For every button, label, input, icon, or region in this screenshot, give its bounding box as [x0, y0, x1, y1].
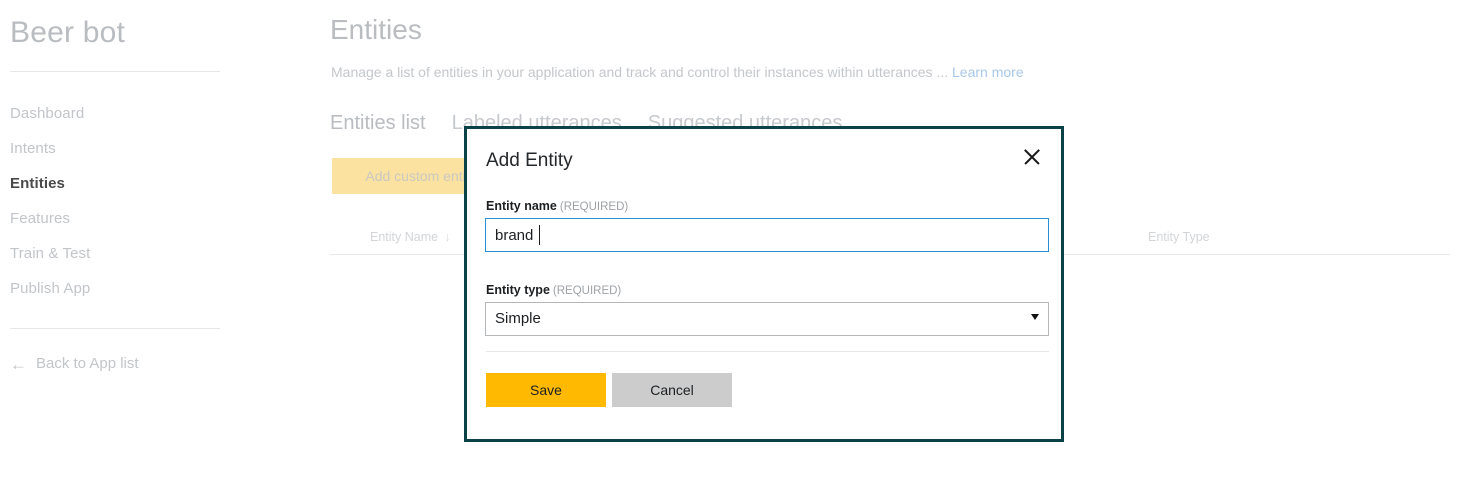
sidebar-divider-top: [10, 71, 220, 72]
back-to-app-list-label: Back to App list: [36, 353, 139, 375]
learn-more-link[interactable]: Learn more: [952, 64, 1024, 80]
text-caret: [539, 225, 540, 245]
entity-name-input-wrap: [485, 218, 1049, 252]
entity-name-label: Entity name(REQUIRED): [486, 197, 628, 216]
arrow-left-icon: ←: [10, 356, 27, 373]
dialog-divider: [486, 351, 1049, 352]
app-title: Beer bot: [10, 12, 125, 54]
sidebar-item-features[interactable]: Features: [10, 201, 240, 236]
entity-type-required-tag: (REQUIRED): [553, 285, 621, 297]
page-title: Entities: [330, 10, 422, 50]
column-header-entity-name[interactable]: Entity Name ↓: [370, 222, 450, 252]
arrow-down-icon: ↓: [444, 230, 450, 244]
entity-type-select[interactable]: Simple: [485, 302, 1049, 336]
chevron-down-icon: [1031, 314, 1039, 320]
sidebar-nav: Dashboard Intents Entities Features Trai…: [10, 96, 240, 306]
cancel-button[interactable]: Cancel: [612, 373, 732, 407]
sidebar-divider-bottom: [10, 328, 220, 329]
entity-name-required-tag: (REQUIRED): [560, 201, 628, 213]
sidebar-item-entities[interactable]: Entities: [10, 166, 240, 201]
sidebar: Beer bot Dashboard Intents Entities Feat…: [0, 0, 300, 501]
entity-name-input[interactable]: [485, 218, 1049, 252]
back-to-app-list-link[interactable]: ← Back to App list: [10, 353, 139, 375]
column-header-entity-name-label: Entity Name: [370, 230, 438, 244]
column-header-entity-type[interactable]: Entity Type: [1148, 222, 1210, 252]
entity-name-label-text: Entity name: [486, 199, 557, 213]
add-entity-dialog: Add Entity Entity name(REQUIRED) Entity …: [464, 126, 1064, 442]
page-description-text: Manage a list of entities in your applic…: [331, 64, 948, 80]
dialog-title: Add Entity: [486, 148, 573, 174]
entity-type-selected-value: Simple: [495, 303, 541, 335]
sidebar-item-dashboard[interactable]: Dashboard: [10, 96, 240, 131]
sidebar-item-intents[interactable]: Intents: [10, 131, 240, 166]
close-icon[interactable]: [1019, 144, 1045, 170]
page-description: Manage a list of entities in your applic…: [331, 62, 1024, 82]
entity-type-label-text: Entity type: [486, 283, 550, 297]
tab-entities-list[interactable]: Entities list: [330, 108, 426, 138]
app-root: Beer bot Dashboard Intents Entities Feat…: [0, 0, 1470, 501]
save-button[interactable]: Save: [486, 373, 606, 407]
entity-type-label: Entity type(REQUIRED): [486, 281, 621, 300]
sidebar-item-publish-app[interactable]: Publish App: [10, 271, 240, 306]
sidebar-item-train-and-test[interactable]: Train & Test: [10, 236, 240, 271]
dialog-actions: Save Cancel: [486, 373, 732, 407]
